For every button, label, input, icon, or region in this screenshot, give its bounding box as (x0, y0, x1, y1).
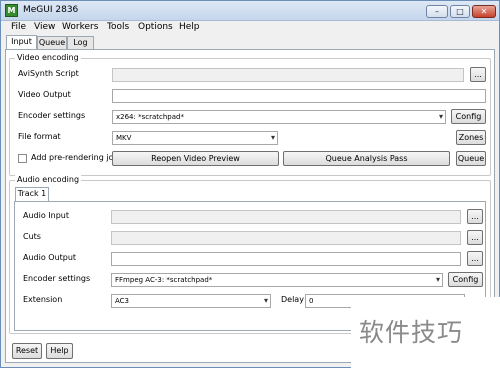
chevron-down-icon: ▾ (263, 296, 268, 305)
help-button[interactable]: Help (46, 343, 73, 359)
avisynth-label: AviSynth Script (18, 69, 79, 78)
audio-output-browse-button[interactable]: ... (467, 251, 483, 266)
minimize-icon: – (435, 7, 439, 16)
file-format-label: File format (18, 132, 61, 141)
watermark-text: 软件技巧 (359, 318, 464, 347)
audio-input-browse-button[interactable]: ... (467, 209, 483, 224)
maximize-icon: □ (456, 7, 464, 16)
audio-input-field[interactable] (111, 210, 461, 224)
menu-view[interactable]: View (34, 22, 55, 32)
video-config-button[interactable]: Config (451, 109, 486, 124)
video-output-input[interactable] (112, 89, 486, 103)
menu-options[interactable]: Options (138, 22, 173, 32)
maximize-button[interactable]: □ (450, 5, 470, 18)
cuts-field[interactable] (111, 231, 461, 245)
cuts-browse-button[interactable]: ... (467, 230, 483, 245)
queue-analysis-button[interactable]: Queue Analysis Pass (283, 151, 450, 166)
menu-workers[interactable]: Workers (62, 22, 98, 32)
audio-config-button[interactable]: Config (448, 272, 483, 287)
tab-log[interactable]: Log (67, 36, 94, 50)
watermark: 软件技巧 (351, 297, 500, 368)
audio-output-field[interactable] (111, 252, 461, 266)
video-encoder-label: Encoder settings (18, 111, 86, 120)
extension-label: Extension (23, 295, 63, 304)
video-queue-button[interactable]: Queue (456, 151, 486, 166)
avisynth-input[interactable] (112, 68, 464, 82)
file-format-select[interactable]: MKV ▾ (112, 131, 278, 145)
tab-track-1[interactable]: Track 1 (15, 187, 49, 202)
video-output-label: Video Output (18, 90, 71, 99)
audio-output-label: Audio Output (23, 253, 77, 262)
menu-bar: File View Workers Tools Options Help (1, 21, 499, 35)
avisynth-browse-button[interactable]: ... (470, 67, 486, 82)
audio-group-title: Audio encoding (15, 175, 82, 184)
chevron-down-icon: ▾ (435, 275, 440, 284)
prerender-label: Add pre-rendering job (31, 153, 119, 162)
delay-label: Delay (281, 295, 304, 304)
close-icon: ✕ (480, 7, 488, 16)
delay-value: 0 (309, 297, 314, 305)
reopen-preview-button[interactable]: Reopen Video Preview (112, 151, 279, 166)
video-encoder-value: x264: *scratchpad* (116, 113, 184, 121)
extension-value: AC3 (115, 297, 130, 305)
audio-encoder-label: Encoder settings (23, 274, 91, 283)
file-format-value: MKV (116, 134, 132, 142)
minimize-button[interactable]: – (426, 5, 448, 18)
extension-select[interactable]: AC3 ▾ (111, 294, 271, 308)
chevron-down-icon: ▾ (270, 133, 275, 142)
menu-tools[interactable]: Tools (107, 22, 129, 32)
tab-input[interactable]: Input (6, 35, 37, 50)
menu-file[interactable]: File (11, 22, 26, 32)
prerender-checkbox[interactable] (18, 154, 27, 163)
video-group-title: Video encoding (15, 53, 81, 62)
audio-encoder-value: FFmpeg AC-3: *scratchpad* (115, 276, 213, 284)
audio-encoder-select[interactable]: FFmpeg AC-3: *scratchpad* ▾ (111, 273, 443, 287)
tab-queue[interactable]: Queue (37, 36, 67, 50)
main-window: M MeGUI 2836 – □ ✕ File View Workers Too… (0, 0, 500, 368)
audio-input-label: Audio Input (23, 211, 69, 220)
chevron-down-icon: ▾ (438, 112, 443, 121)
cuts-label: Cuts (23, 232, 41, 241)
video-encoding-group: Video encoding AviSynth Script ... Video… (9, 53, 491, 176)
window-title: MeGUI 2836 (23, 5, 79, 15)
close-button[interactable]: ✕ (472, 5, 496, 18)
reset-button[interactable]: Reset (12, 343, 42, 359)
zones-button[interactable]: Zones (456, 130, 486, 145)
title-bar: M MeGUI 2836 – □ ✕ (1, 1, 499, 21)
video-encoder-select[interactable]: x264: *scratchpad* ▾ (112, 110, 446, 124)
menu-help[interactable]: Help (179, 22, 200, 32)
app-icon: M (5, 4, 18, 17)
